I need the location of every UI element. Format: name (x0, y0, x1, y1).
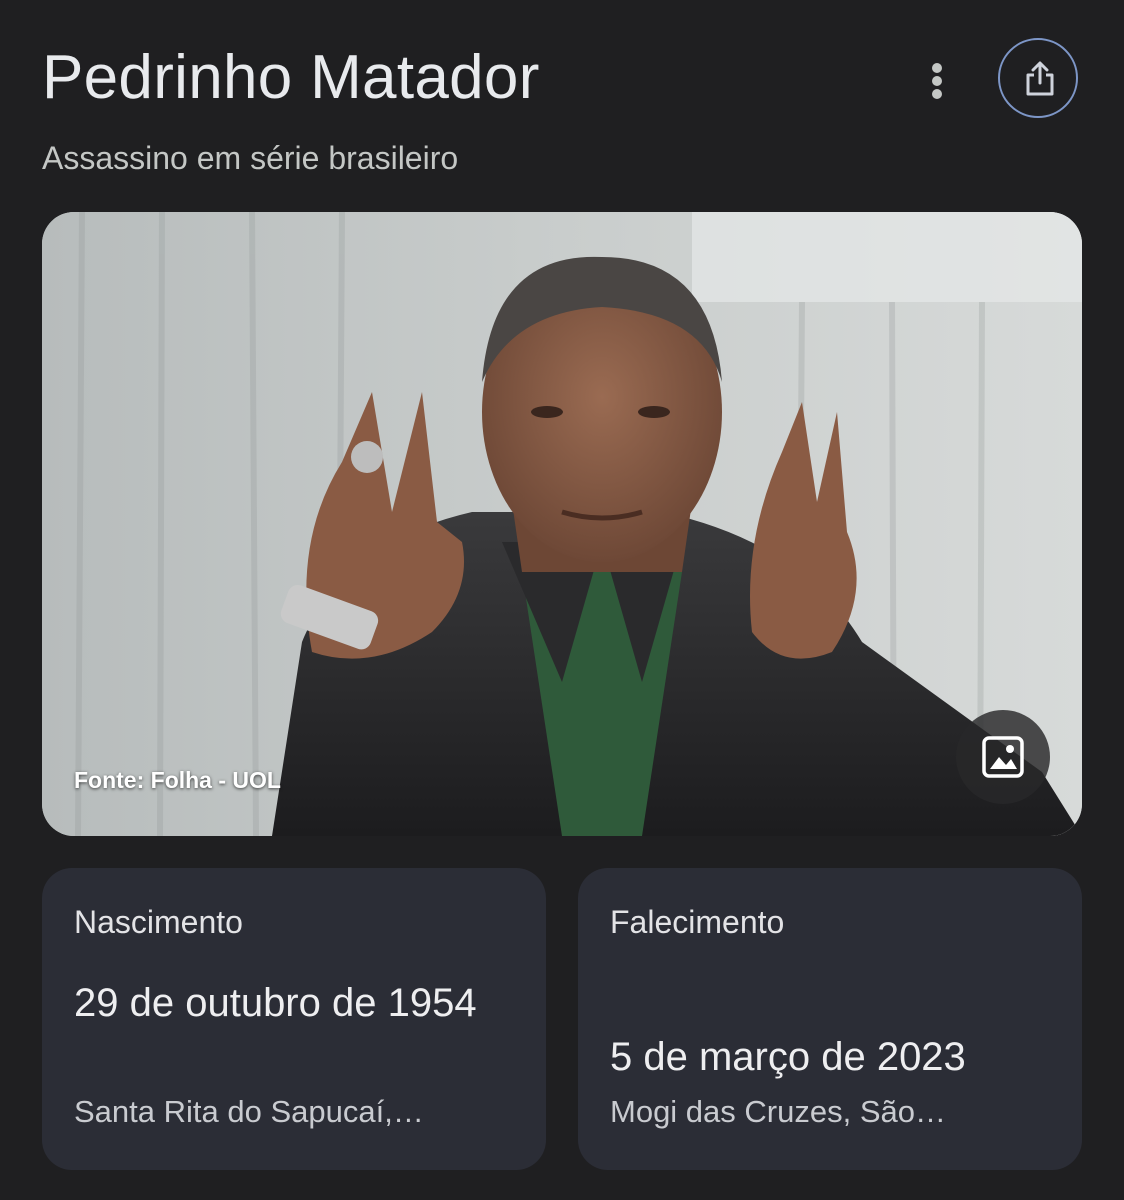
share-button[interactable] (998, 38, 1078, 118)
page-subtitle: Assassino em série brasileiro (42, 140, 459, 176)
death-place: Mogi das Cruzes, São… (610, 1094, 946, 1129)
image-gallery-icon (982, 736, 1024, 778)
birth-label: Nascimento (74, 904, 243, 940)
birth-info-card[interactable]: Nascimento 29 de outubro de 1954 Santa R… (42, 868, 546, 1170)
person-photo[interactable]: Fonte: Folha - UOL (42, 212, 1082, 836)
more-options-button[interactable] (912, 56, 962, 106)
image-gallery-button[interactable] (956, 710, 1050, 804)
birth-place: Santa Rita do Sapucaí,… (74, 1094, 424, 1129)
page-title: Pedrinho Matador (42, 43, 540, 112)
image-source-caption: Fonte: Folha - UOL (74, 767, 281, 793)
death-label: Falecimento (610, 904, 785, 940)
death-date: 5 de março de 2023 (610, 1035, 966, 1079)
death-info-card[interactable]: Falecimento 5 de março de 2023 Mogi das … (578, 868, 1082, 1170)
portrait-image (42, 212, 1082, 836)
more-vert-icon (932, 63, 942, 99)
share-icon (1026, 61, 1054, 96)
birth-date: 29 de outubro de 1954 (74, 981, 477, 1025)
